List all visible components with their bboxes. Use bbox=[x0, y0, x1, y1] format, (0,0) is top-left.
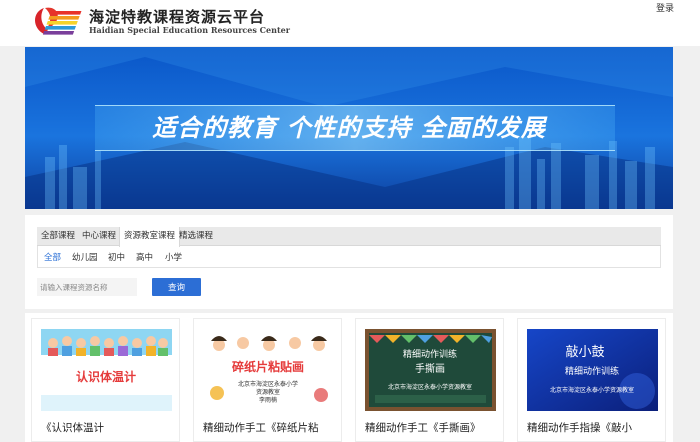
thumb-title: 认识体温计 bbox=[76, 369, 136, 384]
tab-resource-room-courses[interactable]: 资源教室课程 bbox=[119, 227, 181, 247]
course-thumbnail: 认识体温计 bbox=[41, 329, 172, 411]
level-all[interactable]: 全部 bbox=[44, 251, 61, 263]
query-button[interactable]: 查询 bbox=[152, 278, 201, 296]
course-title: 精细动作手工《手撕画》 bbox=[365, 422, 481, 434]
login-link[interactable]: 登录 bbox=[656, 1, 674, 14]
site-title: 海淀特教课程资源云平台 bbox=[89, 8, 266, 26]
tab-featured-courses[interactable]: 精选课程 bbox=[175, 227, 217, 246]
course-thumbnail: 敲小鼓 精细动作训练 北京市海淀区永泰小学资源教室 bbox=[527, 329, 658, 411]
thumb-subtitle: 手撕画 bbox=[415, 362, 445, 375]
course-list: 认识体温计 《认识体温计 碎纸片粘贴画 北京市海淀区永泰小学 资源教室 李雨楠 bbox=[25, 313, 673, 442]
thumb-line: 北京市海淀区永泰小学 bbox=[238, 380, 298, 388]
thumb-footer: 北京市海淀区永泰小学资源教室 bbox=[550, 386, 634, 394]
top-header: 海淀特教课程资源云平台 Haidian Special Education Re… bbox=[0, 0, 700, 46]
thumb-title: 碎纸片粘贴画 bbox=[232, 359, 304, 374]
course-thumbnail: 精细动作训练 手撕画 北京市海淀区永泰小学资源教室 bbox=[365, 329, 496, 411]
course-card[interactable]: 碎纸片粘贴画 北京市海淀区永泰小学 资源教室 李雨楠 精细动作手工《碎纸片粘 bbox=[193, 318, 342, 442]
children-illustration-icon bbox=[48, 336, 168, 356]
course-card[interactable]: 精细动作训练 手撕画 北京市海淀区永泰小学资源教室 精细动作手工《手撕画》 bbox=[355, 318, 504, 442]
tab-all-courses[interactable]: 全部课程 bbox=[37, 227, 79, 246]
thumb-title: 敲小鼓 bbox=[565, 344, 604, 360]
level-kindergarten[interactable]: 幼儿园 bbox=[72, 251, 98, 263]
level-junior-high[interactable]: 初中 bbox=[108, 251, 125, 263]
course-card[interactable]: 敲小鼓 精细动作训练 北京市海淀区永泰小学资源教室 精细动作手指操《敲小 bbox=[517, 318, 666, 442]
tab-center-courses[interactable]: 中心课程 bbox=[78, 227, 120, 246]
level-filter: 全部 幼儿园 初中 高中 小学 bbox=[37, 246, 661, 268]
thumb-line: 李雨楠 bbox=[259, 396, 277, 404]
course-tabs: 全部课程 中心课程 资源教室课程 精选课程 bbox=[37, 227, 661, 247]
course-title: 《认识体温计 bbox=[41, 422, 104, 434]
filter-panel: 全部课程 中心课程 资源教室课程 精选课程 全部 幼儿园 初中 高中 小学 查询 bbox=[25, 215, 673, 309]
hero-banner: 适合的教育 个性的支持 全面的发展 bbox=[25, 47, 673, 209]
banner-slogan: 适合的教育 个性的支持 全面的发展 bbox=[152, 114, 548, 142]
level-primary[interactable]: 小学 bbox=[165, 251, 182, 263]
thumb-line: 资源教室 bbox=[256, 388, 280, 396]
level-senior-high[interactable]: 高中 bbox=[136, 251, 153, 263]
course-card[interactable]: 认识体温计 《认识体温计 bbox=[31, 318, 180, 442]
site-subtitle: Haidian Special Education Resources Cent… bbox=[89, 25, 290, 35]
thumb-subtitle: 精细动作训练 bbox=[565, 365, 619, 377]
course-title: 精细动作手指操《敲小 bbox=[527, 422, 632, 434]
course-title: 精细动作手工《碎纸片粘 bbox=[203, 422, 319, 434]
search-input[interactable] bbox=[37, 278, 137, 296]
logo-icon bbox=[35, 7, 82, 35]
thumb-title: 精细动作训练 bbox=[403, 348, 457, 360]
course-thumbnail: 碎纸片粘贴画 北京市海淀区永泰小学 资源教室 李雨楠 bbox=[203, 329, 334, 411]
thumb-footer: 北京市海淀区永泰小学资源教室 bbox=[388, 383, 472, 391]
